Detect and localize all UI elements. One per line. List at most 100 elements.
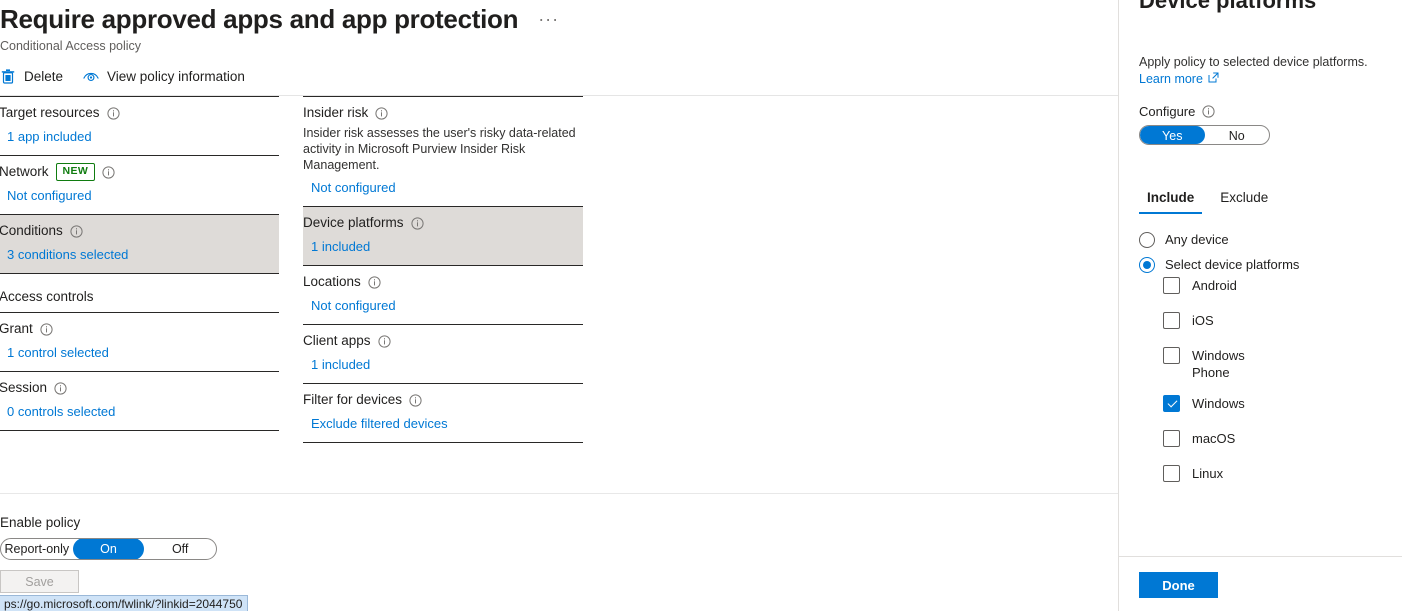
done-button[interactable]: Done [1139, 572, 1218, 598]
enable-policy-option-report-only[interactable]: Report-only [1, 539, 73, 559]
section-client-apps[interactable]: Client apps 1 included [303, 324, 583, 383]
section-network[interactable]: Network NEW Not configured [0, 155, 279, 214]
policy-body: Target resources 1 app included Network … [0, 96, 1118, 493]
section-insider-risk-value[interactable]: Not configured [303, 173, 583, 197]
section-locations[interactable]: Locations Not configured [303, 265, 583, 324]
section-locations-label: Locations [303, 273, 583, 291]
section-locations-value[interactable]: Not configured [303, 291, 583, 315]
mid-column-end-divider [303, 442, 583, 443]
section-client-apps-value[interactable]: 1 included [303, 350, 583, 374]
section-conditions[interactable]: Conditions 3 conditions selected [0, 214, 279, 273]
info-icon[interactable] [375, 106, 388, 120]
section-filter-for-devices[interactable]: Filter for devices Exclude filtered devi… [303, 383, 583, 442]
info-icon[interactable] [54, 381, 67, 395]
section-device-platforms[interactable]: Device platforms 1 included [303, 206, 583, 265]
section-grant-title: Grant [0, 321, 33, 336]
checkbox-unchecked-icon[interactable] [1163, 312, 1180, 329]
radio-select-device-platforms[interactable]: Select device platforms [1139, 252, 1389, 277]
panel-description: Apply policy to selected device platform… [1139, 55, 1368, 69]
view-policy-information-button[interactable]: View policy information [83, 68, 245, 84]
eye-icon [83, 68, 99, 84]
section-session-value[interactable]: 0 controls selected [0, 397, 279, 421]
checkbox-unchecked-icon[interactable] [1163, 465, 1180, 482]
checkbox-row-linux[interactable]: Linux [1163, 465, 1389, 482]
checkbox-checked-icon[interactable] [1163, 395, 1180, 412]
section-insider-risk[interactable]: Insider risk Insider risk assesses the u… [303, 96, 583, 206]
section-filter-for-devices-label: Filter for devices [303, 391, 583, 409]
info-icon[interactable] [70, 224, 83, 238]
section-grant-value[interactable]: 1 control selected [0, 338, 279, 362]
radio-any-device[interactable]: Any device [1139, 227, 1389, 252]
section-network-title: Network [0, 164, 49, 179]
section-insider-risk-title: Insider risk [303, 105, 369, 120]
section-client-apps-label: Client apps [303, 332, 583, 350]
section-network-value[interactable]: Not configured [0, 181, 279, 205]
info-icon[interactable] [106, 106, 120, 120]
section-session-label: Session [0, 379, 279, 397]
section-grant[interactable]: Grant 1 control selected [0, 312, 279, 371]
info-icon[interactable] [1202, 105, 1215, 118]
checkbox-unchecked-icon[interactable] [1163, 277, 1180, 294]
checkbox-row-windows-phone[interactable]: Windows Phone [1163, 347, 1389, 381]
left-column-end-divider [0, 430, 279, 431]
enable-policy-toggle[interactable]: Report-only On Off [0, 538, 217, 560]
conditional-access-policy-page: Require approved apps and app protection… [0, 0, 1402, 611]
section-client-apps-title: Client apps [303, 333, 371, 348]
mid-column: Insider risk Insider risk assesses the u… [303, 96, 583, 443]
section-filter-for-devices-value[interactable]: Exclude filtered devices [303, 409, 583, 433]
enable-policy-label: Enable policy [0, 515, 81, 530]
configure-option-no[interactable]: No [1205, 126, 1270, 144]
enable-policy-option-on[interactable]: On [72, 539, 145, 559]
section-network-label: Network NEW [0, 163, 279, 181]
left-column: Target resources 1 app included Network … [0, 96, 279, 431]
enable-policy-option-off[interactable]: Off [144, 539, 216, 559]
checkbox-windows-phone-label: Windows Phone [1192, 348, 1245, 380]
configure-label-row: Configure [1139, 103, 1215, 120]
delete-label: Delete [24, 68, 64, 84]
info-icon[interactable] [102, 165, 115, 179]
checkbox-row-android[interactable]: Android [1163, 277, 1389, 294]
panel-footer: Done [1119, 556, 1402, 611]
tab-exclude[interactable]: Exclude [1212, 186, 1276, 214]
section-conditions-value[interactable]: 3 conditions selected [0, 240, 279, 264]
section-device-platforms-value[interactable]: 1 included [303, 232, 583, 256]
tab-include[interactable]: Include [1139, 186, 1203, 214]
new-badge: NEW [55, 163, 96, 181]
info-icon[interactable] [40, 322, 53, 336]
info-icon[interactable] [377, 334, 391, 348]
checkbox-unchecked-icon[interactable] [1163, 347, 1180, 364]
checkbox-row-windows[interactable]: Windows [1163, 395, 1389, 412]
panel-title: Device platforms [1139, 0, 1317, 13]
section-target-resources-label: Target resources [0, 104, 279, 122]
configure-label: Configure [1139, 104, 1196, 119]
info-icon[interactable] [410, 216, 424, 230]
page-title-row: Require approved apps and app protection… [0, 2, 565, 36]
info-icon[interactable] [409, 393, 422, 407]
page-subtitle: Conditional Access policy [0, 39, 142, 53]
section-locations-title: Locations [303, 274, 361, 289]
delete-button[interactable]: Delete [0, 68, 63, 84]
configure-option-yes[interactable]: Yes [1140, 126, 1205, 144]
section-device-platforms-label: Device platforms [303, 214, 583, 232]
section-target-resources-title: Target resources [0, 105, 100, 120]
checkbox-unchecked-icon[interactable] [1163, 430, 1180, 447]
more-options-ellipsis-icon[interactable]: ··· [532, 7, 565, 31]
section-device-platforms-title: Device platforms [303, 215, 404, 230]
section-session-title: Session [0, 380, 48, 395]
include-exclude-pivots: Include Exclude [1139, 186, 1276, 214]
section-target-resources-value[interactable]: 1 app included [0, 122, 279, 146]
section-target-resources[interactable]: Target resources 1 app included [0, 96, 279, 155]
section-session[interactable]: Session 0 controls selected [0, 371, 279, 430]
section-conditions-label: Conditions [0, 222, 279, 240]
command-toolbar: Delete View policy information [0, 68, 245, 84]
checkbox-row-macos[interactable]: macOS [1163, 430, 1389, 447]
save-button[interactable]: Save [0, 570, 79, 593]
trash-icon [0, 68, 16, 84]
page-title: Require approved apps and app protection [0, 4, 519, 34]
configure-toggle[interactable]: Yes No [1139, 125, 1270, 145]
checkbox-row-ios[interactable]: iOS [1163, 312, 1389, 329]
radio-selected-icon [1139, 256, 1155, 273]
view-policy-information-label: View policy information [107, 68, 245, 84]
info-icon[interactable] [368, 275, 381, 289]
learn-more-link[interactable]: Learn more [1139, 71, 1219, 88]
